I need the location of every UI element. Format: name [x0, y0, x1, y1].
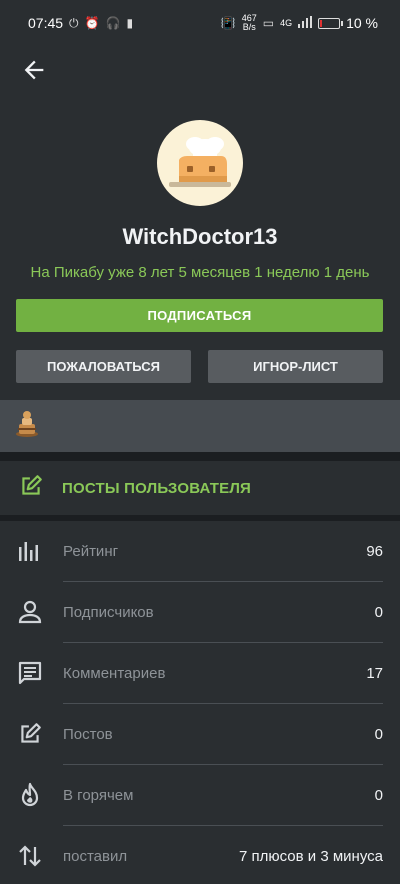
- stat-rating: Рейтинг 96: [0, 521, 400, 582]
- awards-strip: [0, 400, 400, 452]
- user-posts-link[interactable]: ПОСТЫ ПОЛЬЗОВАТЕЛЯ: [0, 461, 400, 515]
- volte-icon: ▭: [262, 16, 275, 30]
- signal-icon: [298, 15, 313, 31]
- stat-value: 0: [374, 604, 383, 621]
- stat-label: Постов: [63, 726, 113, 743]
- edit-icon: [17, 721, 43, 747]
- fire-icon: [17, 782, 43, 808]
- stat-subscribers: Подписчиков 0: [0, 582, 400, 643]
- status-time: 07:45: [28, 15, 64, 31]
- stat-value: 7 плюсов и 3 минуса: [239, 848, 383, 865]
- ignore-list-button[interactable]: ИГНОР-ЛИСТ: [208, 350, 383, 383]
- membership-duration: На Пикабу уже 8 лет 5 месяцев 1 неделю 1…: [30, 264, 370, 281]
- net-speed-unit: B/s: [242, 22, 256, 32]
- stat-label: поставил: [63, 848, 128, 865]
- stat-posts: Постов 0: [0, 704, 400, 765]
- report-button[interactable]: ПОЖАЛОВАТЬСЯ: [16, 350, 191, 383]
- battery-saver-icon: ▮: [126, 16, 134, 30]
- stat-comments: Комментариев 17: [0, 643, 400, 704]
- user-posts-label: ПОСТЫ ПОЛЬЗОВАТЕЛЯ: [62, 479, 252, 497]
- comment-icon: [17, 660, 43, 686]
- stat-hot: В горячем 0: [0, 765, 400, 826]
- network-type: 4G: [280, 17, 293, 28]
- stats-list: Рейтинг 96 Подписчиков 0 Комментариев 17…: [0, 521, 400, 884]
- person-icon: [17, 599, 43, 625]
- bar-chart-icon: [17, 538, 43, 564]
- username: WitchDoctor13: [122, 224, 278, 249]
- award-badge-icon[interactable]: [14, 410, 40, 443]
- subscribe-button[interactable]: ПОДПИСАТЬСЯ: [16, 299, 383, 332]
- battery-icon: [318, 17, 344, 29]
- stat-value: 17: [366, 665, 383, 682]
- vibrate-icon: 📳: [220, 16, 236, 30]
- profile-header: WitchDoctor13 На Пикабу уже 8 лет 5 меся…: [0, 46, 400, 400]
- headphones-icon: 🎧: [105, 16, 121, 30]
- edit-icon: [18, 473, 44, 504]
- net-speed: 467 B/s: [242, 14, 257, 32]
- usb-icon: ⏻: [69, 15, 79, 30]
- stat-label: Рейтинг: [63, 543, 119, 560]
- arrow-left-icon[interactable]: [20, 56, 48, 84]
- stat-value: 96: [366, 543, 383, 560]
- sort-arrows-icon: [17, 843, 43, 869]
- stat-label: Комментариев: [63, 665, 166, 682]
- stat-label: Подписчиков: [63, 604, 154, 621]
- stat-label: В горячем: [63, 787, 134, 804]
- battery-percent: 10 %: [346, 15, 378, 31]
- stat-value: 0: [374, 726, 383, 743]
- stat-votes-given: поставил 7 плюсов и 3 минуса: [0, 826, 400, 884]
- alarm-icon: ⏰: [84, 16, 100, 30]
- avatar: [157, 120, 243, 206]
- status-bar: 07:45 ⏻ ⏰ 🎧 ▮ 📳 467 B/s ▭ 4G 10 %: [0, 0, 400, 46]
- stat-value: 0: [374, 787, 383, 804]
